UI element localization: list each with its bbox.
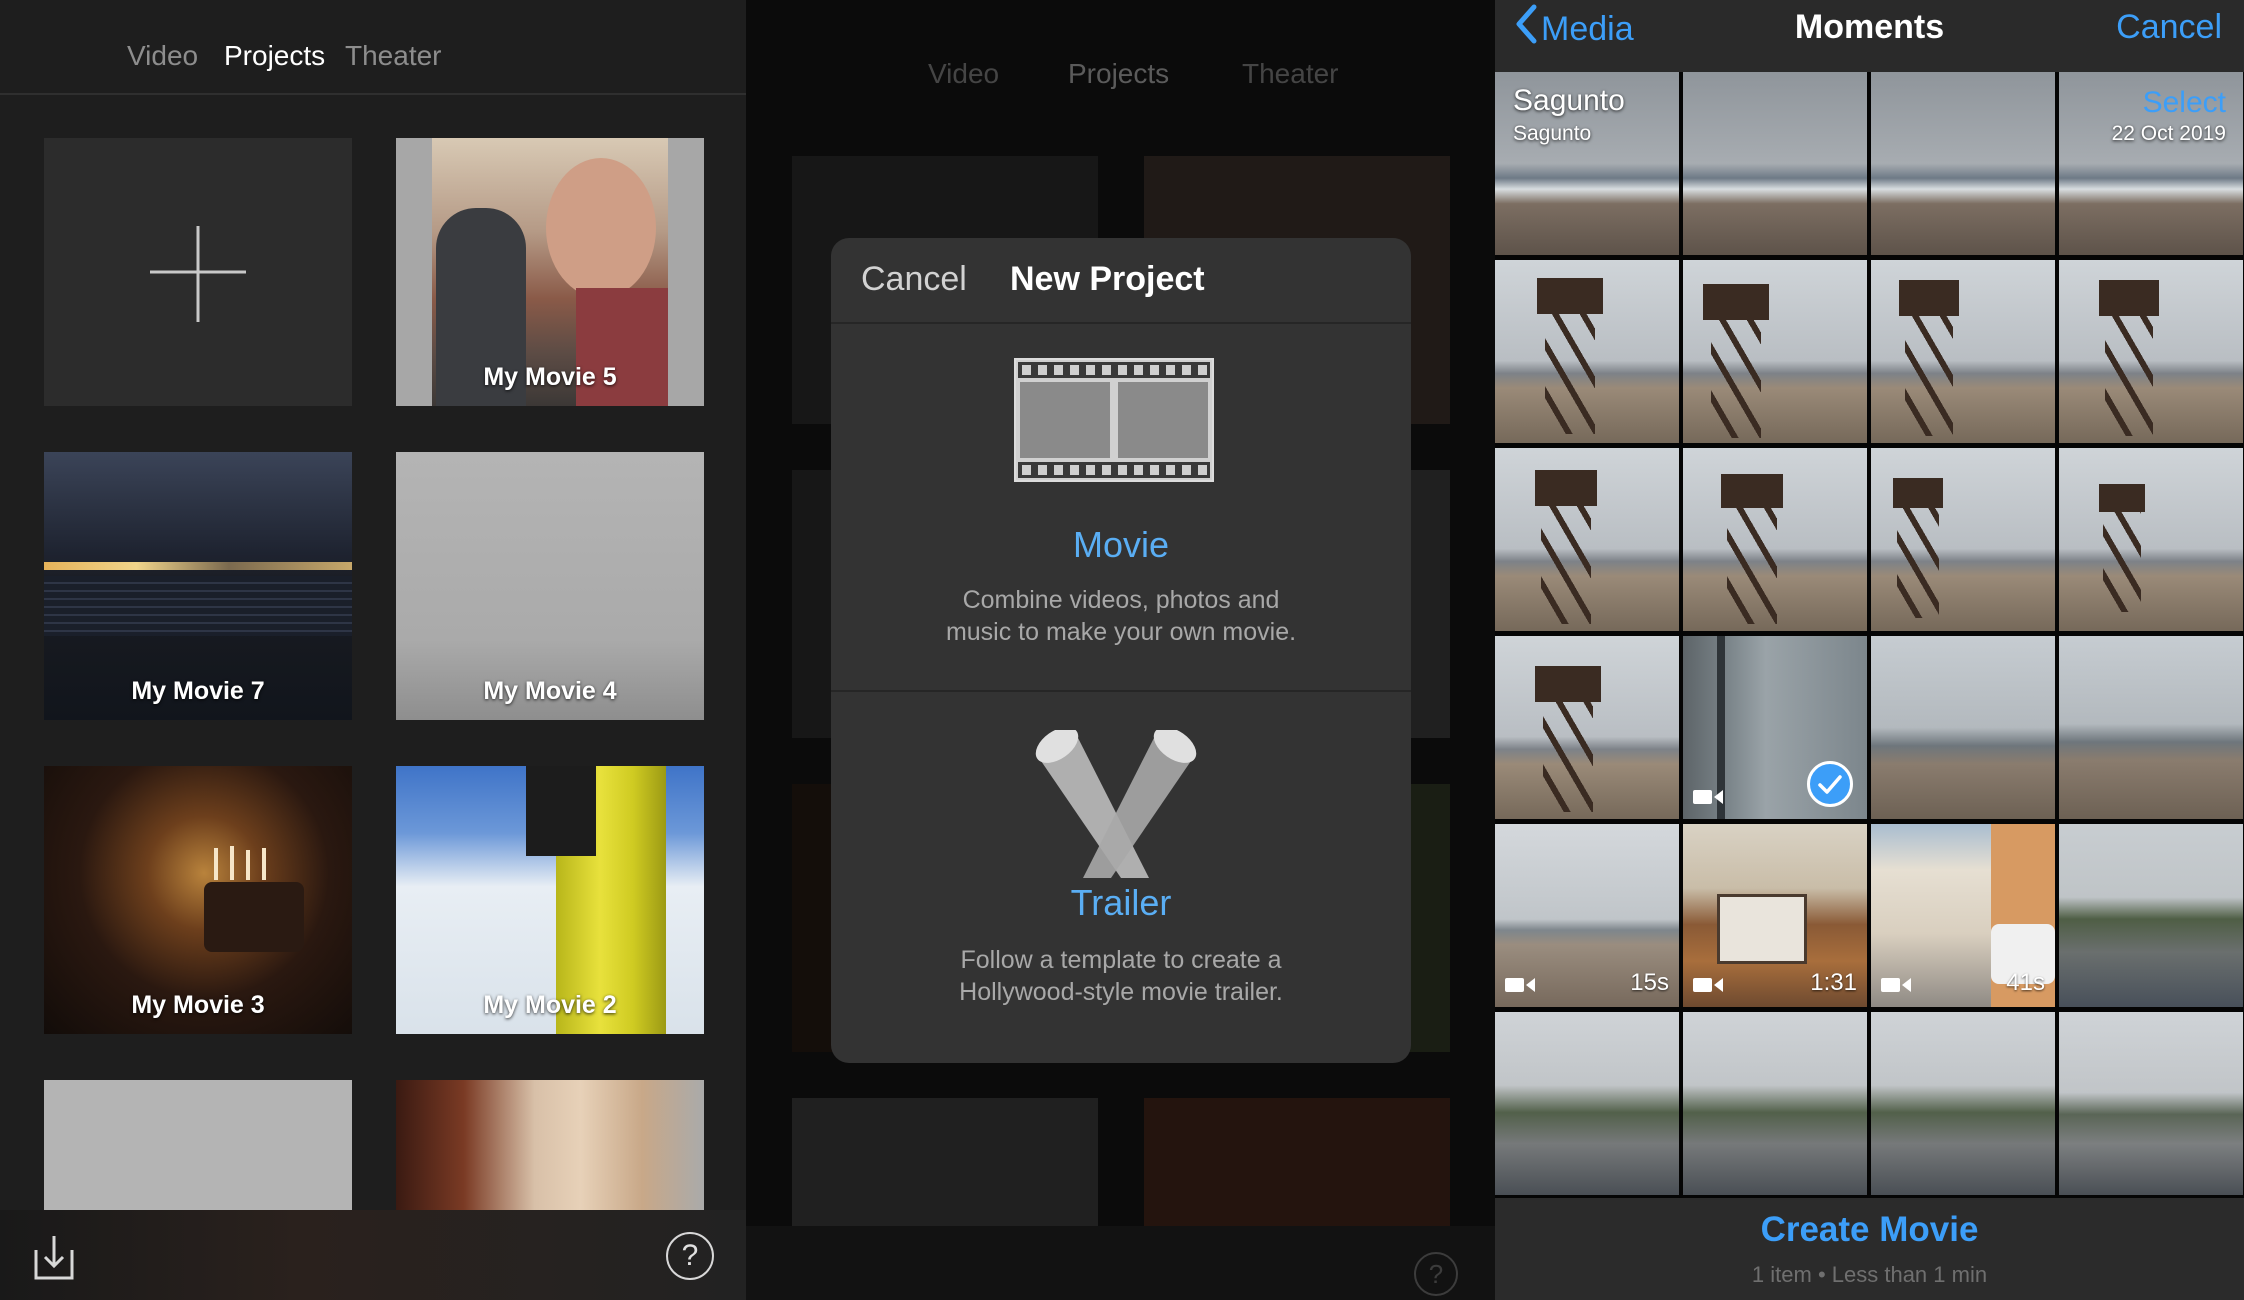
selection-info: 1 item • Less than 1 min xyxy=(1751,1262,1988,1287)
video-thumbnail[interactable] xyxy=(1683,636,1867,819)
import-icon[interactable] xyxy=(32,1232,76,1282)
trailer-description-line2: Hollywood-style movie trailer. xyxy=(959,978,1283,1006)
video-duration: 1:31 xyxy=(1810,969,1857,996)
project-tile[interactable]: My Movie 7 xyxy=(44,452,352,720)
back-button[interactable]: Media xyxy=(1515,4,1634,49)
project-tile[interactable]: My Movie 5 xyxy=(396,138,704,406)
movie-description-line2: music to make your own movie. xyxy=(945,618,1297,646)
project-tile[interactable]: My Movie 4 xyxy=(396,452,704,720)
project-tile[interactable] xyxy=(44,1080,352,1210)
video-thumbnail[interactable]: 15s xyxy=(1495,824,1679,1007)
new-project-button[interactable] xyxy=(44,138,352,406)
photo-thumbnail[interactable] xyxy=(1871,1012,2055,1195)
spotlights-icon xyxy=(1035,730,1197,878)
nav-bar: Media Moments Cancel xyxy=(1495,0,2244,72)
trailer-description-line1: Follow a template to create a xyxy=(960,946,1282,974)
video-camera-icon xyxy=(1505,978,1535,992)
tab-video[interactable]: Video xyxy=(127,40,198,72)
back-chevron-icon xyxy=(1516,4,1537,44)
dimmed-tile xyxy=(1144,1098,1450,1228)
video-duration: 15s xyxy=(1630,969,1669,996)
select-button[interactable]: Select xyxy=(2143,86,2226,120)
movie-description-line1: Combine videos, photos and xyxy=(962,586,1280,614)
photo-thumbnail[interactable] xyxy=(1683,260,1867,443)
video-thumbnail[interactable]: 1:31 xyxy=(1683,824,1867,1007)
photo-thumbnail[interactable] xyxy=(1683,1012,1867,1195)
section-subplace: Sagunto xyxy=(1513,122,1592,145)
project-title: My Movie 7 xyxy=(131,677,265,705)
project-title: My Movie 3 xyxy=(131,991,265,1019)
selected-checkmark[interactable] xyxy=(1807,761,1853,807)
photo-thumbnail[interactable] xyxy=(2059,636,2243,819)
help-icon: ? xyxy=(1414,1252,1458,1296)
video-camera-icon xyxy=(1881,978,1911,992)
bottom-toolbar: ? xyxy=(0,1210,746,1300)
video-thumbnail[interactable]: 41s xyxy=(1871,824,2055,1007)
tab-projects: Projects xyxy=(1068,58,1170,89)
project-tile[interactable] xyxy=(396,1080,704,1210)
tab-theater: Theater xyxy=(1242,58,1339,89)
top-tab-bar: Video Projects Theater xyxy=(0,0,746,95)
trailer-title: Trailer xyxy=(1070,882,1172,923)
photo-thumbnail[interactable] xyxy=(2059,824,2243,1007)
project-title: My Movie 4 xyxy=(483,677,617,705)
create-movie-button[interactable]: Create Movie xyxy=(1495,1210,2244,1250)
section-place: Sagunto xyxy=(1513,84,1625,117)
cancel-button[interactable]: Cancel xyxy=(861,260,967,299)
new-project-dialog: Cancel New Project Movie Combine videos,… xyxy=(831,238,1411,1063)
photo-thumbnail[interactable] xyxy=(2059,448,2243,631)
photo-thumbnail[interactable] xyxy=(2059,1012,2243,1195)
photo-thumbnail[interactable] xyxy=(1495,260,1679,443)
video-camera-icon xyxy=(1693,978,1723,992)
photo-thumbnail[interactable] xyxy=(1871,72,2055,255)
footer-bar: Create Movie 1 item • Less than 1 min xyxy=(1495,1198,2244,1300)
video-camera-icon xyxy=(1693,790,1723,804)
project-tile[interactable]: My Movie 3 xyxy=(44,766,352,1034)
dialog-title: New Project xyxy=(1010,260,1205,298)
photo-thumbnail[interactable] xyxy=(1495,1012,1679,1195)
photo-thumbnail[interactable] xyxy=(1871,448,2055,631)
back-label: Media xyxy=(1541,10,1634,48)
photo-thumbnail[interactable] xyxy=(1683,72,1867,255)
trailer-option[interactable]: Trailer Follow a template to create a Ho… xyxy=(831,694,1411,1063)
projects-panel: Video Projects Theater My Movie 5 My Mov… xyxy=(0,0,746,1300)
dimmed-tile xyxy=(792,1098,1098,1228)
help-icon[interactable]: ? xyxy=(666,1232,714,1280)
moments-panel: Media Moments Cancel 15s 1:31 41s Sagunt… xyxy=(1495,0,2244,1300)
photo-thumbnail[interactable] xyxy=(1871,636,2055,819)
section-date: 22 Oct 2019 xyxy=(2111,122,2226,145)
movie-option[interactable]: Movie Combine videos, photos and music t… xyxy=(831,326,1411,692)
video-duration: 41s xyxy=(2006,969,2045,996)
project-title: My Movie 2 xyxy=(483,991,617,1019)
project-tile[interactable]: My Movie 2 xyxy=(396,766,704,1034)
cancel-button[interactable]: Cancel xyxy=(2116,8,2222,47)
new-project-panel: Video Projects Theater ? Cancel New Proj… xyxy=(746,0,1495,1300)
movie-title: Movie xyxy=(1072,524,1170,565)
tab-video: Video xyxy=(928,58,1000,89)
checkmark-icon xyxy=(1818,775,1842,794)
tab-projects[interactable]: Projects xyxy=(224,40,325,72)
plus-icon xyxy=(150,226,246,322)
photo-thumbnail[interactable] xyxy=(1495,636,1679,819)
photo-thumbnail[interactable] xyxy=(1683,448,1867,631)
photo-thumbnail[interactable] xyxy=(2059,260,2243,443)
dimmed-toolbar: ? xyxy=(746,1226,1495,1300)
dialog-header: Cancel New Project xyxy=(831,238,1411,324)
photo-thumbnail[interactable] xyxy=(1495,448,1679,631)
photo-thumbnail[interactable] xyxy=(1871,260,2055,443)
film-strip-icon xyxy=(1014,358,1214,482)
tab-theater[interactable]: Theater xyxy=(345,40,442,72)
project-title: My Movie 5 xyxy=(483,363,617,391)
